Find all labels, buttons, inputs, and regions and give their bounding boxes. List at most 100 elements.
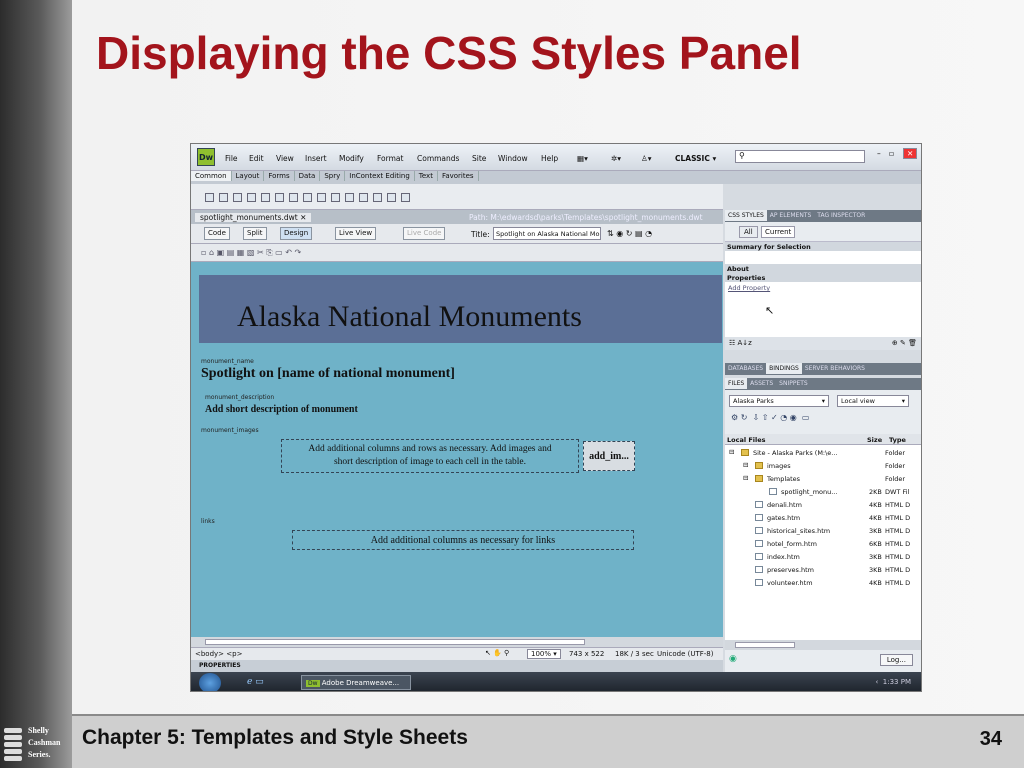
quick-launch-icon[interactable]: ℯ ▭ — [247, 677, 264, 687]
current-mode-button[interactable]: Current — [761, 226, 796, 238]
minimize-icon[interactable]: – — [877, 149, 881, 158]
start-button[interactable] — [199, 673, 221, 691]
horizontal-rule-icon[interactable] — [247, 192, 256, 202]
properties-bar[interactable]: PROPERTIES — [191, 660, 723, 672]
add-property-link[interactable]: Add Property — [728, 284, 770, 292]
media-icon[interactable] — [303, 192, 312, 202]
tab-css-styles[interactable]: CSS STYLES — [725, 210, 767, 221]
tab-databases[interactable]: DATABASES — [725, 363, 766, 374]
code-view-button[interactable]: Code — [204, 227, 230, 240]
file-row[interactable]: preserves.htm 3KB HTML D — [725, 563, 921, 576]
all-mode-button[interactable]: All — [739, 226, 758, 238]
horizontal-scrollbar[interactable] — [191, 637, 723, 647]
tab-assets[interactable]: ASSETS — [747, 378, 776, 389]
email-link-icon[interactable] — [219, 192, 228, 202]
file-row[interactable]: index.htm 3KB HTML D — [725, 550, 921, 563]
image-icon[interactable] — [289, 192, 298, 202]
named-anchor-icon[interactable] — [233, 192, 242, 202]
standard-toolbar-icons[interactable]: ▫ ⌂ ▣ ▤ ▦ ▧ ✂ ⎘ ▭ ↶ ↷ — [201, 248, 301, 258]
menu-modify[interactable]: Modify — [339, 154, 364, 163]
expand-toggle-icon[interactable]: ⊟ — [743, 461, 748, 469]
insert-tab-favorites[interactable]: Favorites — [438, 171, 479, 181]
file-row[interactable]: denali.htm 4KB HTML D — [725, 498, 921, 511]
insert-tab-text[interactable]: Text — [415, 171, 438, 181]
files-scrollbar[interactable] — [725, 640, 921, 650]
insert-tab-forms[interactable]: Forms — [264, 171, 295, 181]
file-management-icon[interactable]: ⇅ ◉ ↻ ▤ ◔ — [607, 229, 652, 238]
sort-icon[interactable]: ☷ A↓z — [729, 339, 752, 347]
head-icon[interactable] — [359, 192, 368, 202]
menu-commands[interactable]: Commands — [417, 154, 459, 163]
menu-file[interactable]: File — [225, 154, 238, 163]
zoom-select[interactable]: 100% ▾ — [527, 649, 561, 659]
comment-icon[interactable] — [345, 192, 354, 202]
site-icon[interactable]: ♙▾ — [641, 154, 652, 163]
date-icon[interactable] — [317, 192, 326, 202]
column-local-files[interactable]: Local Files — [727, 436, 766, 444]
log-button[interactable]: Log... — [879, 654, 913, 666]
tab-ap-elements[interactable]: AP ELEMENTS — [767, 210, 814, 221]
connected-icon[interactable]: ◉ — [729, 654, 737, 664]
live-code-button[interactable]: Live Code — [403, 227, 446, 240]
tag-selector[interactable]: <body> <p> — [195, 650, 242, 658]
files-toolbar-icons[interactable]: ⚙ ↻ ⇩ ⇧ ✓ ◔ ◉ ▭ — [731, 413, 809, 422]
insert-tab-incontext[interactable]: InContext Editing — [345, 171, 415, 181]
tab-tag-inspector[interactable]: TAG INSPECTOR — [814, 210, 868, 221]
insert-tab-common[interactable]: Common — [191, 171, 232, 181]
server-include-icon[interactable] — [331, 192, 340, 202]
window-size[interactable]: 743 x 522 — [569, 650, 604, 658]
title-field[interactable]: Spotlight on Alaska National Mo — [493, 227, 601, 240]
select-tool-icon[interactable]: ↖ ✋ ⚲ — [485, 649, 509, 657]
links-table[interactable]: Add additional columns as necessary for … — [292, 530, 634, 550]
templates-icon[interactable] — [387, 192, 396, 202]
menu-format[interactable]: Format — [377, 154, 403, 163]
document-tab[interactable]: spotlight_monuments.dwt ✕ — [195, 213, 312, 222]
menu-help[interactable]: Help — [541, 154, 558, 163]
taskbar-dreamweaver[interactable]: Dw Adobe Dreamweave... — [301, 675, 411, 690]
file-row[interactable]: ⊟ images Folder — [725, 459, 921, 472]
menu-site[interactable]: Site — [472, 154, 486, 163]
menu-insert[interactable]: Insert — [305, 154, 327, 163]
extend-icon[interactable]: ✲▾ — [611, 154, 621, 163]
file-row[interactable]: ⊟ Templates Folder — [725, 472, 921, 485]
tab-bindings[interactable]: BINDINGS — [766, 363, 802, 374]
tab-snippets[interactable]: SNIPPETS — [776, 378, 811, 389]
menu-edit[interactable]: Edit — [249, 154, 264, 163]
close-icon[interactable]: ✕ — [903, 148, 918, 159]
expand-toggle-icon[interactable]: ⊟ — [729, 448, 734, 456]
script-icon[interactable] — [373, 192, 382, 202]
file-row[interactable]: gates.htm 4KB HTML D — [725, 511, 921, 524]
file-row[interactable]: ⊟ Site - Alaska Parks (M:\e... Folder — [725, 446, 921, 459]
design-view-button[interactable]: Design — [280, 227, 313, 240]
file-row[interactable]: hotel_form.htm 6KB HTML D — [725, 537, 921, 550]
column-size[interactable]: Size — [867, 436, 882, 444]
files-scrollbar-thumb[interactable] — [735, 642, 795, 648]
monument-heading[interactable]: Spotlight on [name of national monument] — [201, 366, 455, 382]
view-select[interactable]: Local view ▾ — [837, 395, 909, 407]
search-input[interactable]: ⚲ — [735, 150, 865, 163]
file-row[interactable]: historical_sites.htm 3KB HTML D — [725, 524, 921, 537]
file-row[interactable]: spotlight_monu... 2KB DWT Fil — [725, 485, 921, 498]
insert-tab-layout[interactable]: Layout — [232, 171, 265, 181]
div-icon[interactable] — [275, 192, 284, 202]
design-view[interactable]: Alaska National Monuments monument_name … — [191, 262, 723, 637]
scrollbar-thumb[interactable] — [205, 639, 585, 645]
tab-files[interactable]: FILES — [725, 378, 748, 389]
live-view-button[interactable]: Live View — [335, 227, 377, 240]
tab-server-behaviors[interactable]: SERVER BEHAVIORS — [802, 363, 868, 374]
insert-tab-data[interactable]: Data — [295, 171, 321, 181]
menu-view[interactable]: View — [276, 154, 294, 163]
maximize-icon[interactable]: ▫ — [889, 149, 894, 158]
monument-description[interactable]: Add short description of monument — [205, 404, 358, 415]
table-icon[interactable] — [261, 192, 270, 202]
insert-tab-spry[interactable]: Spry — [320, 171, 346, 181]
images-table-cell[interactable]: Add additional columns and rows as neces… — [281, 439, 579, 473]
hyperlink-icon[interactable] — [205, 192, 214, 202]
layout-icon[interactable]: ▦▾ — [577, 154, 588, 163]
workspace-switcher[interactable]: CLASSIC ▾ — [675, 154, 716, 163]
file-row[interactable]: volunteer.htm 4KB HTML D — [725, 576, 921, 589]
css-panel-actions-icon[interactable]: ⊕ ✎ 🗑 — [892, 339, 917, 347]
tag-chooser-icon[interactable] — [401, 192, 410, 202]
split-view-button[interactable]: Split — [243, 227, 267, 240]
site-select[interactable]: Alaska Parks ▾ — [729, 395, 829, 407]
